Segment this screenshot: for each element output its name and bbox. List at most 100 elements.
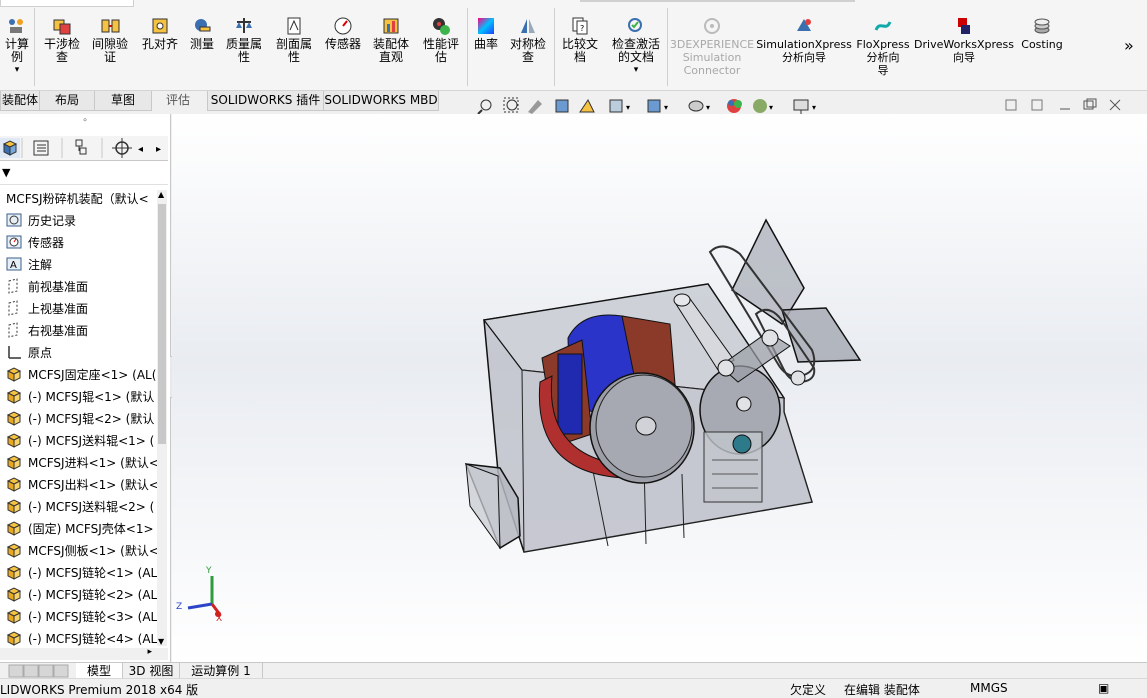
tree-item[interactable]: MCFSJ出料<1> (默认<: [6, 474, 159, 494]
tree-item[interactable]: MCFSJ进料<1> (默认<: [6, 452, 159, 472]
compare-documents-label: 比较文 档: [561, 37, 598, 64]
status-help-icon[interactable]: ▣: [1098, 681, 1109, 695]
close-icon[interactable]: [1109, 99, 1121, 111]
filter-icon[interactable]: ▼: [2, 166, 10, 179]
tree-item[interactable]: 传感器: [6, 232, 64, 252]
scrollbar-thumb[interactable]: [158, 204, 166, 444]
costing-button[interactable]: Costing: [1018, 16, 1066, 51]
check-active-document-button[interactable]: 检查激活 的文档 ▾: [608, 16, 664, 77]
tree-horizontal-scrollbar[interactable]: ▸: [0, 647, 168, 660]
interference-check-button[interactable]: 干涉检 查: [40, 16, 84, 64]
hide-show-items-icon[interactable]: ▾: [688, 100, 710, 112]
3dexperience-simulation-connector-button[interactable]: 3DEXPERIENCE Simulation Connector: [670, 16, 754, 77]
tree-item-label: MCFSJ进料<1> (默认<: [28, 455, 159, 470]
view-settings-icon[interactable]: ▾: [793, 99, 816, 114]
featuremanager-tab-icon[interactable]: [0, 138, 20, 158]
section-properties-button[interactable]: 剖面属 性: [272, 16, 316, 64]
zoom-to-fit-icon[interactable]: [477, 99, 492, 115]
tree-item[interactable]: (-) MCFSJ链轮<3> (AL: [6, 606, 157, 626]
section-properties-icon: [287, 17, 301, 35]
tab-sketch[interactable]: 草图: [94, 91, 152, 111]
tab-3d-view[interactable]: 3D 视图: [123, 663, 180, 679]
part-icon: [6, 388, 22, 404]
hole-alignment-button[interactable]: 孔对齐: [138, 16, 182, 51]
mass-properties-button[interactable]: 质量属 性: [222, 16, 266, 64]
tab-scroll-left-icon[interactable]: ◂: [138, 144, 143, 155]
tree-item[interactable]: 历史记录: [6, 210, 76, 230]
tree-item-label: MCFSJ出料<1> (默认<: [28, 477, 159, 492]
ribbon-more-button[interactable]: »: [1124, 36, 1134, 55]
tab-scroll-right-icon[interactable]: ▸: [156, 144, 161, 155]
status-units[interactable]: MMGS: [970, 681, 1008, 695]
performance-evaluation-button[interactable]: 性能评 估: [418, 16, 464, 64]
graphics-viewport[interactable]: Y Z X: [172, 114, 1147, 662]
curvature-button[interactable]: 曲率: [470, 16, 502, 51]
tree-item[interactable]: (-) MCFSJ辊<2> (默认: [6, 408, 154, 428]
restore-icon[interactable]: [1083, 98, 1097, 110]
section-view-icon[interactable]: [555, 99, 569, 113]
tree-item[interactable]: MCFSJ固定座<1> (AL(: [6, 364, 156, 384]
tree-item[interactable]: (-) MCFSJ送料辊<2> (: [6, 496, 154, 516]
assembly-visualization-button[interactable]: 装配体 直观: [368, 16, 414, 64]
view-orientation-icon[interactable]: ▾: [609, 99, 630, 113]
tree-item[interactable]: (-) MCFSJ链轮<1> (AL: [6, 562, 157, 582]
propertymanager-tab-icon[interactable]: [33, 140, 49, 156]
tree-item[interactable]: 上视基准面: [6, 298, 88, 318]
tree-item[interactable]: (固定) MCFSJ壳体<1>: [6, 518, 154, 538]
tab-navigation-arrows[interactable]: [8, 664, 72, 678]
driveworksxpress-button[interactable]: DriveWorksXpress 向导: [914, 16, 1014, 64]
tree-vertical-scrollbar[interactable]: ▲ ▼: [157, 190, 167, 646]
sensor-button[interactable]: 传感器: [322, 16, 364, 51]
tree-item[interactable]: 前视基准面: [6, 276, 88, 296]
tree-item-label: 上视基准面: [28, 301, 89, 316]
floxpress-button[interactable]: FloXpress 分析向 导: [855, 16, 911, 77]
dynamic-annotation-icon[interactable]: [579, 99, 595, 113]
tree-item[interactable]: (-) MCFSJ链轮<2> (AL: [6, 584, 157, 604]
tab-solidworks-addins[interactable]: SOLIDWORKS 插件: [207, 91, 324, 111]
tree-item-label: MCFSJ侧板<1> (默认<: [28, 543, 159, 558]
tree-item[interactable]: A 注解: [6, 254, 52, 274]
interference-icon: [53, 19, 71, 35]
dimxpertmanager-tab-icon[interactable]: [112, 138, 132, 158]
curvature-icon: [478, 18, 494, 34]
part-icon: [6, 410, 22, 426]
tree-item[interactable]: 右视基准面: [6, 320, 88, 340]
previous-tile-icon[interactable]: [1005, 99, 1017, 111]
tab-evaluate[interactable]: 评估: [151, 91, 205, 110]
configurationmanager-tab-icon[interactable]: [75, 139, 87, 155]
tree-item-label: (-) MCFSJ送料辊<2> (: [28, 499, 155, 514]
simulationxpress-button[interactable]: SimulationXpress 分析向导: [756, 16, 852, 64]
tab-layout[interactable]: 布局: [39, 91, 95, 111]
next-tile-icon[interactable]: [1031, 99, 1043, 111]
compare-documents-button[interactable]: ? 比较文 档: [557, 16, 603, 64]
history-icon: [6, 212, 22, 228]
triad-z-label: Z: [176, 602, 183, 612]
display-style-icon[interactable]: ▾: [647, 99, 668, 113]
tab-solidworks-mbd[interactable]: SOLIDWORKS MBD: [323, 91, 439, 111]
sensor-icon: [334, 17, 352, 35]
symmetry-check-button[interactable]: 对称检 查: [506, 16, 550, 64]
tab-motion-study[interactable]: 运动算例 1: [180, 663, 263, 679]
apply-scene-icon[interactable]: ▾: [753, 99, 773, 113]
tab-model[interactable]: 模型: [76, 663, 123, 679]
clearance-verification-button[interactable]: 间隙验 证: [88, 16, 132, 64]
tree-item[interactable]: (-) MCFSJ送料辊<1> (: [6, 430, 154, 450]
costing-icon: [1034, 18, 1050, 34]
plane-icon: [6, 278, 22, 294]
edit-appearance-icon[interactable]: [727, 99, 742, 113]
bottom-tabs-bar: 模型 3D 视图 运动算例 1: [0, 662, 1147, 679]
previous-view-icon[interactable]: [528, 100, 542, 114]
zoom-to-area-icon[interactable]: [503, 97, 519, 113]
tree-item[interactable]: 原点: [6, 342, 52, 362]
measure-button[interactable]: 测量: [186, 16, 218, 51]
tab-assembly[interactable]: 装配体: [0, 91, 40, 111]
tree-item[interactable]: (-) MCFSJ辊<1> (默认: [6, 386, 154, 406]
assembly-visualization-icon: [383, 18, 399, 34]
calculator-button[interactable]: 计算 例 ▾: [0, 16, 34, 77]
tree-root-assembly[interactable]: MCFSJ粉碎机装配（默认<: [0, 188, 149, 208]
tree-item[interactable]: (-) MCFSJ链轮<4> (AL: [6, 628, 157, 648]
ribbon-separator: [554, 8, 555, 86]
tree-item[interactable]: MCFSJ侧板<1> (默认<: [6, 540, 159, 560]
panel-grip[interactable]: ⚬: [0, 116, 170, 130]
triad-y-label: Y: [206, 566, 212, 576]
